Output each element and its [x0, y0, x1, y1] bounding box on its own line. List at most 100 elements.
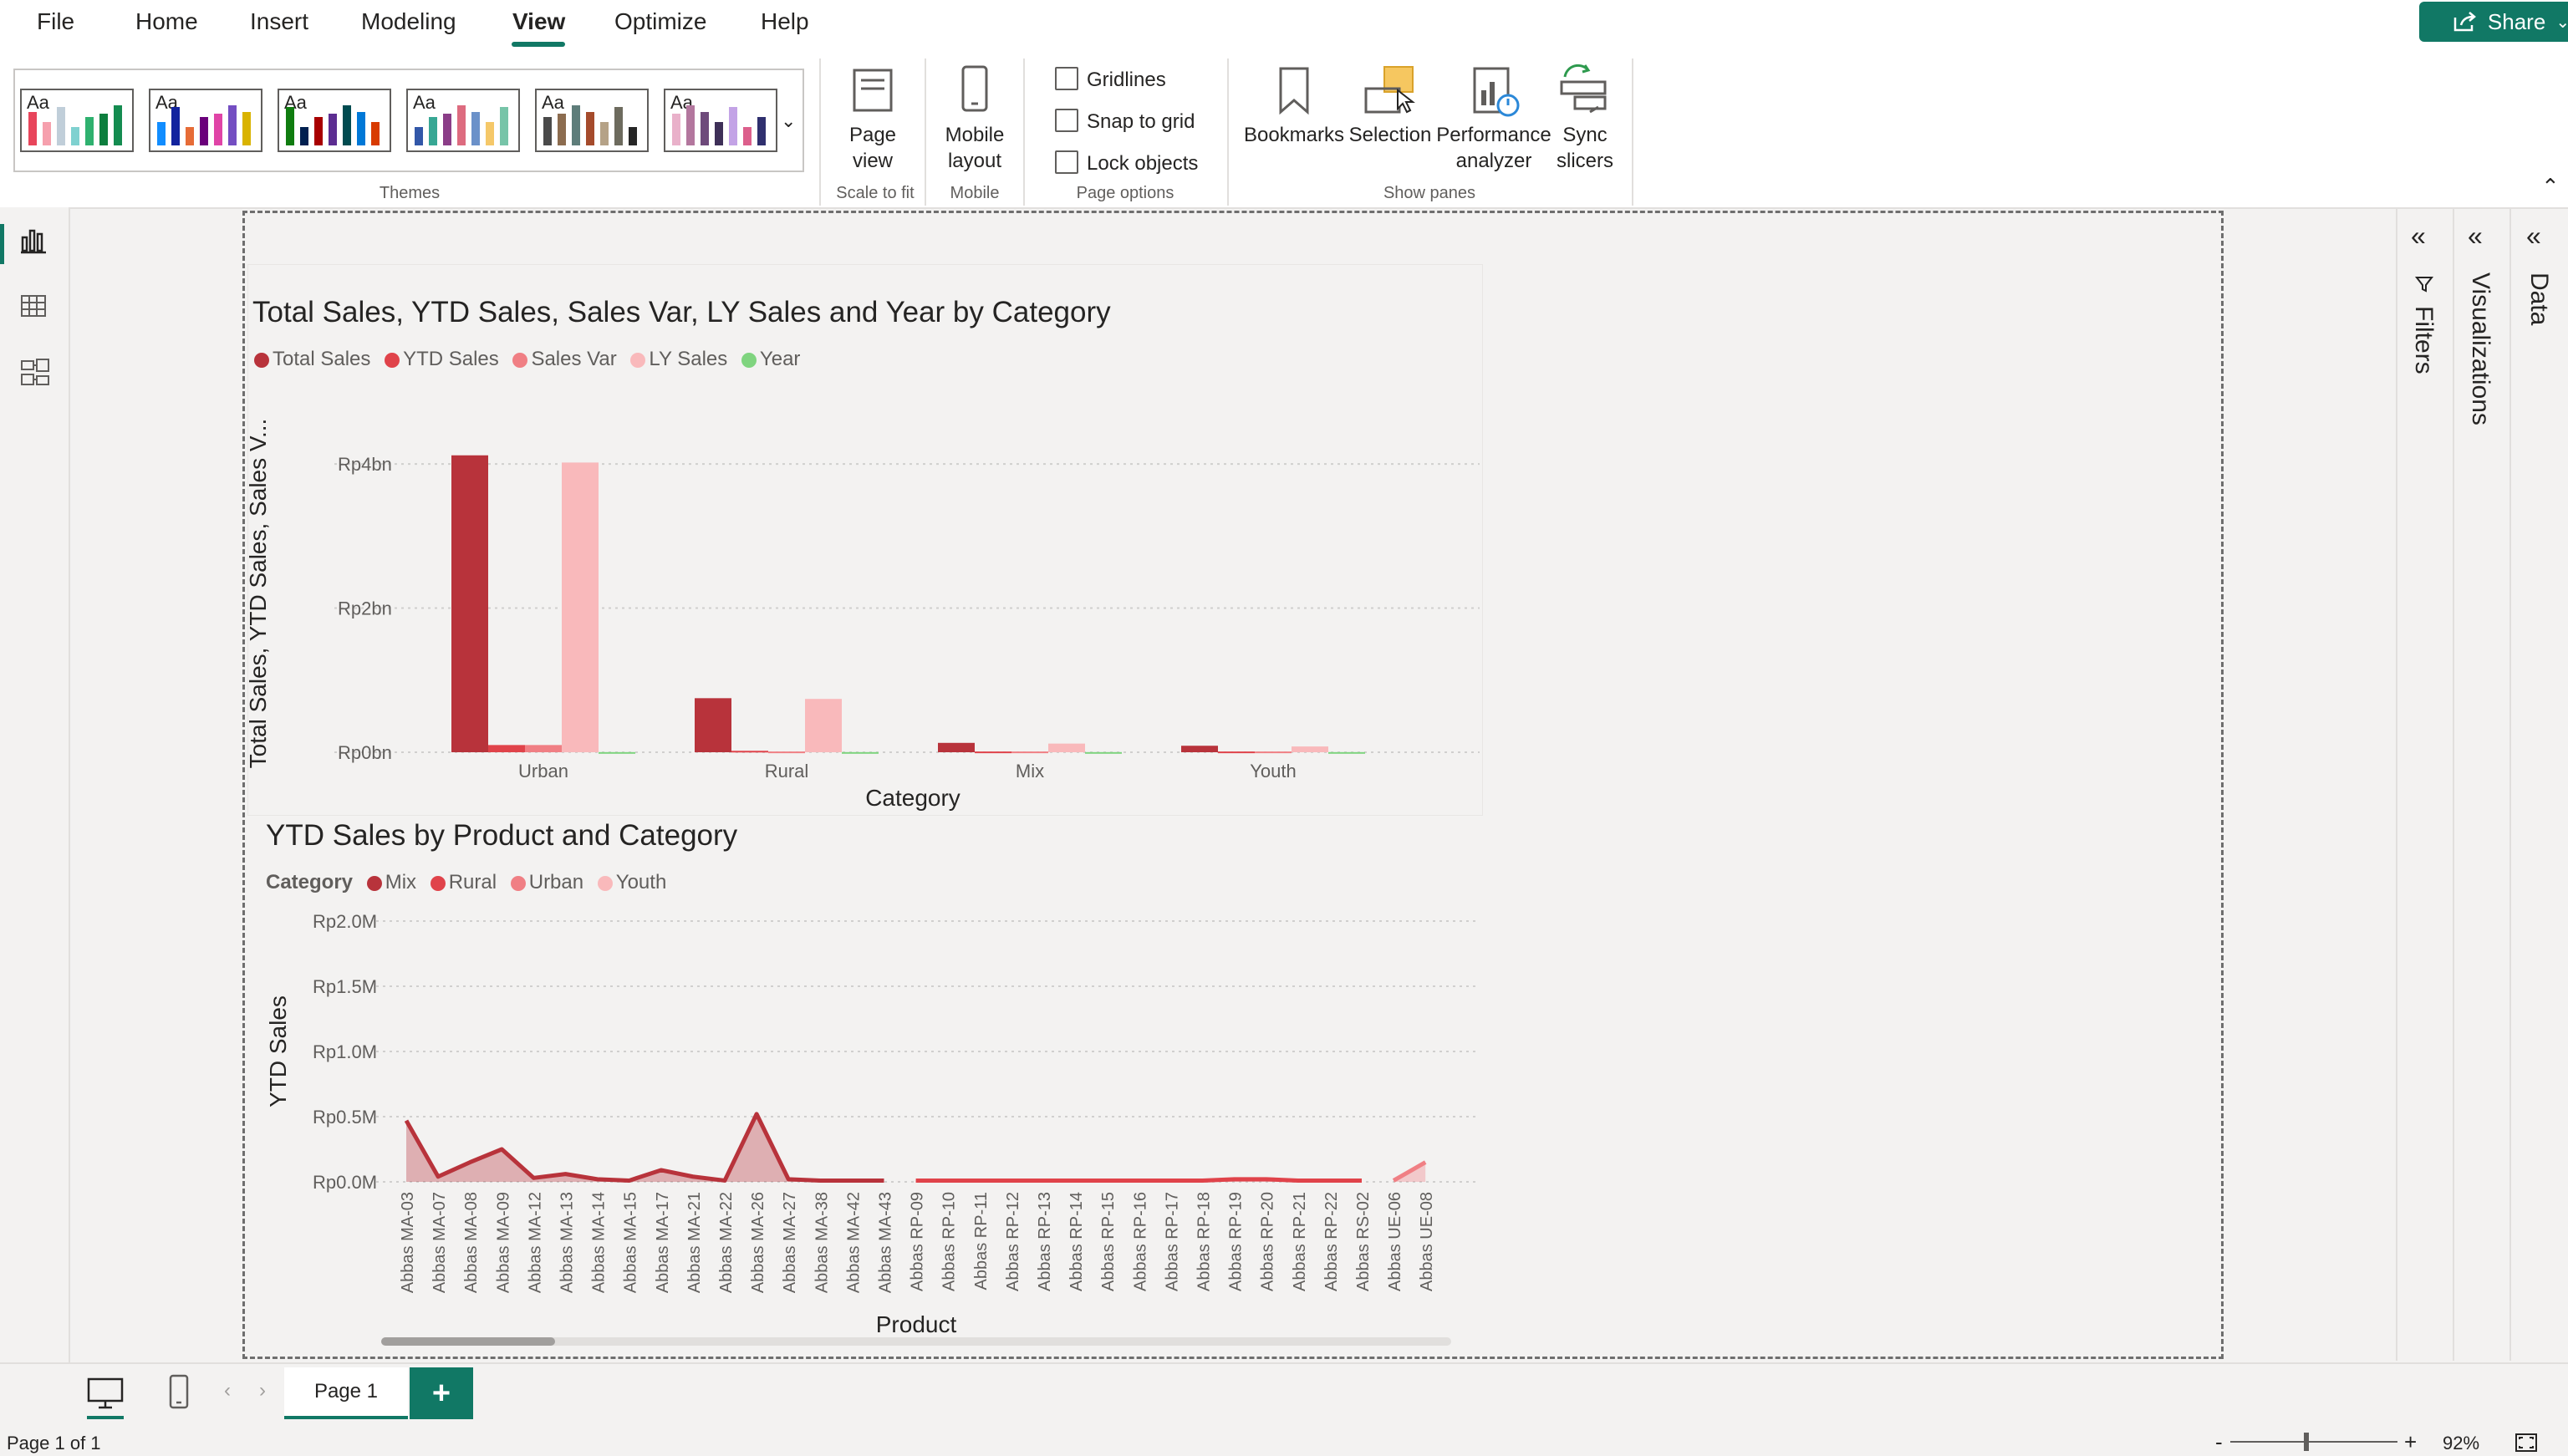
theme-swatch[interactable]: Aa — [149, 89, 262, 152]
x-tick-label: Abbas MA-43 — [877, 1192, 895, 1293]
share-button[interactable]: Share ⌄ — [2419, 2, 2568, 42]
table-view-icon[interactable] — [20, 293, 47, 319]
collapse-ribbon-icon[interactable]: ⌃ — [2541, 174, 2560, 200]
selection-button[interactable]: Selection — [1344, 122, 1436, 148]
expand-data-icon[interactable]: « — [2526, 221, 2541, 252]
desktop-layout-icon[interactable] — [87, 1377, 124, 1411]
series-line — [915, 1177, 1362, 1183]
tab-view[interactable]: View — [512, 8, 565, 35]
x-tick-label: Abbas RP-20 — [1259, 1192, 1277, 1291]
page-view-icon[interactable] — [849, 64, 896, 118]
legend-item[interactable]: Total Sales — [254, 348, 370, 370]
theme-swatch[interactable]: Aa — [535, 89, 649, 152]
theme-color-bar — [486, 122, 494, 145]
theme-swatch[interactable]: Aa — [664, 89, 777, 152]
horizontal-scrollbar-thumb[interactable] — [381, 1337, 555, 1346]
theme-color-bar — [371, 122, 380, 145]
legend-item[interactable]: Youth — [597, 871, 667, 893]
selection-icon[interactable] — [1363, 65, 1416, 123]
area-chart[interactable]: Rp0.0M Rp0.5M Rp1.0M Rp1.5M Rp2.0M Abbas MA-0… — [242, 903, 1496, 1354]
mobile-layout-button[interactable]: Mobile layout — [935, 122, 1015, 174]
bookmark-icon[interactable] — [1274, 65, 1314, 120]
tab-insert[interactable]: Insert — [250, 8, 308, 35]
next-page-icon[interactable]: › — [259, 1379, 266, 1403]
performance-analyzer-button[interactable]: Performance analyzer — [1434, 122, 1553, 174]
y-tick-label: Rp2bn — [338, 598, 392, 619]
legend-item[interactable]: Year — [741, 348, 800, 370]
y-axis-title: YTD Sales — [265, 995, 291, 1107]
x-tick-label: Abbas UE-08 — [1418, 1192, 1436, 1291]
gallery-expand-icon[interactable]: ⌄ — [781, 110, 796, 132]
bar — [805, 699, 842, 752]
menu-bar: File Home Insert Modeling View Optimize … — [0, 0, 2568, 48]
theme-color-bar — [28, 112, 37, 145]
theme-color-bar — [543, 117, 552, 145]
tab-home[interactable]: Home — [135, 8, 198, 35]
theme-color-bar — [500, 107, 508, 145]
legend-item[interactable]: Mix — [366, 871, 416, 893]
page-tab-1[interactable]: Page 1 — [284, 1367, 408, 1419]
y-tick-label: Rp1.5M — [313, 976, 377, 997]
x-tick-label: Abbas MA-07 — [431, 1192, 449, 1293]
expand-filters-icon[interactable]: « — [2411, 221, 2426, 252]
x-tick-label: Urban — [518, 761, 568, 781]
bar — [975, 751, 1011, 754]
tab-modeling[interactable]: Modeling — [361, 8, 456, 35]
expand-visualizations-icon[interactable]: « — [2468, 221, 2483, 252]
theme-color-bar — [600, 122, 609, 145]
sync-slicers-icon[interactable] — [1557, 62, 1612, 121]
bar — [451, 455, 488, 752]
x-tick-label: Abbas RP-17 — [1163, 1192, 1181, 1291]
data-pane-collapsed[interactable]: « Data — [2509, 207, 2568, 1361]
legend-dot — [430, 875, 446, 891]
y-tick-label: Rp0bn — [338, 742, 392, 763]
legend-item[interactable]: LY Sales — [630, 348, 727, 370]
legend-dot — [597, 875, 613, 891]
bar — [695, 698, 731, 752]
zoom-out-icon[interactable]: - — [2215, 1429, 2223, 1455]
tab-help[interactable]: Help — [761, 8, 809, 35]
bookmarks-button[interactable]: Bookmarks — [1242, 122, 1346, 148]
zoom-in-icon[interactable]: + — [2404, 1429, 2417, 1455]
theme-color-bar — [286, 107, 294, 145]
y-tick-label: Rp0.5M — [313, 1107, 377, 1128]
mobile-layout-icon[interactable] — [958, 64, 991, 118]
performance-analyzer-icon[interactable] — [1471, 65, 1521, 123]
visualizations-pane-collapsed[interactable]: « Visualizations — [2453, 207, 2509, 1361]
gridlines-checkbox[interactable] — [1055, 67, 1078, 90]
filter-icon — [2414, 277, 2434, 293]
legend-item[interactable]: YTD Sales — [385, 348, 499, 370]
active-tab-indicator — [512, 42, 565, 47]
model-view-icon[interactable] — [20, 358, 50, 388]
fit-to-page-icon[interactable] — [2514, 1433, 2538, 1453]
x-tick-label: Abbas MA-22 — [717, 1192, 736, 1293]
theme-swatch[interactable]: Aa — [20, 89, 134, 152]
zoom-slider-thumb[interactable] — [2304, 1433, 2309, 1451]
lock-objects-checkbox[interactable] — [1055, 150, 1078, 174]
legend-dot — [512, 352, 528, 368]
tab-file[interactable]: File — [37, 8, 74, 35]
add-page-button[interactable]: + — [410, 1367, 473, 1419]
snap-to-grid-checkbox[interactable] — [1055, 109, 1078, 132]
filters-pane-collapsed[interactable]: « Filters — [2396, 207, 2453, 1361]
theme-swatch[interactable]: Aa — [278, 89, 391, 152]
tab-optimize[interactable]: Optimize — [614, 8, 706, 35]
theme-swatch[interactable]: Aa — [406, 89, 520, 152]
page-view-button[interactable]: Page view — [839, 122, 906, 174]
report-view-icon[interactable] — [20, 227, 47, 254]
theme-color-bar — [114, 105, 122, 145]
prev-page-icon[interactable]: ‹ — [224, 1379, 231, 1403]
view-switcher-rail — [0, 207, 70, 1403]
x-tick-label: Abbas RP-10 — [940, 1192, 959, 1291]
clustered-column-chart[interactable]: Rp0bn Rp2bn Rp4bn Urban Rural Mix Youth Categor… — [242, 384, 1496, 819]
chevron-down-icon: ⌄ — [2555, 13, 2568, 32]
mobile-layout-toggle-icon[interactable] — [167, 1374, 191, 1411]
sync-slicers-button[interactable]: Sync slicers — [1543, 122, 1627, 174]
visual1-title: Total Sales, YTD Sales, Sales Var, LY Sa… — [252, 296, 1111, 328]
zoom-slider-track[interactable] — [2230, 1441, 2397, 1443]
legend-item[interactable]: Sales Var — [512, 348, 617, 370]
legend-label: Youth — [615, 871, 667, 893]
x-tick-label: Abbas RP-15 — [1099, 1192, 1118, 1291]
legend-item[interactable]: Rural — [430, 871, 497, 893]
legend-item[interactable]: Urban — [510, 871, 583, 893]
